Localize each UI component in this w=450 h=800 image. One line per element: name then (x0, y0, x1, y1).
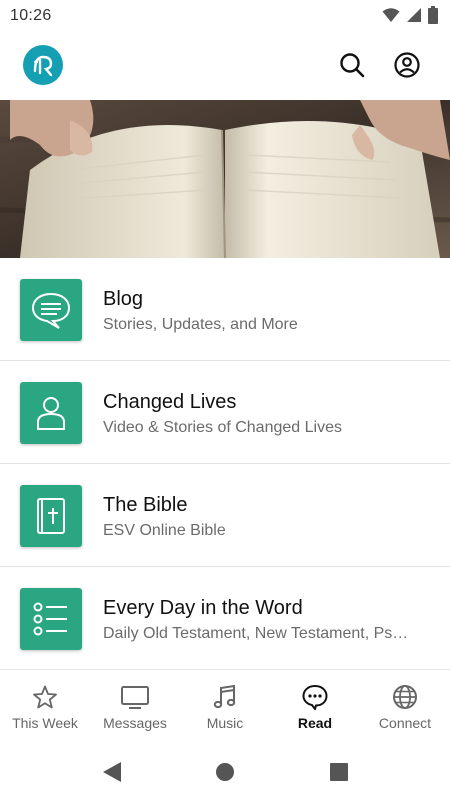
account-button[interactable] (392, 50, 422, 80)
person-icon (37, 397, 65, 430)
nav-label: Messages (103, 715, 167, 731)
menu-item-the-bible[interactable]: The Bible ESV Online Bible (0, 464, 450, 567)
menu-list: Blog Stories, Updates, and More Changed … (0, 258, 450, 670)
search-icon (340, 53, 365, 78)
tv-icon (121, 686, 149, 709)
menu-tile (20, 279, 82, 341)
menu-tile (20, 382, 82, 444)
signal-icon (407, 8, 421, 22)
status-bar: 10:26 (0, 0, 450, 32)
menu-item-title: Every Day in the Word (103, 597, 303, 619)
chat-icon (302, 684, 328, 710)
bottom-nav: This Week Messages Music Read Connect (0, 669, 450, 742)
menu-tile (20, 485, 82, 547)
back-button[interactable] (100, 760, 124, 784)
menu-item-changed-lives[interactable]: Changed Lives Video & Stories of Changed… (0, 361, 450, 464)
wifi-icon (382, 8, 400, 22)
chat-bubble-icon (31, 292, 71, 329)
home-icon (216, 763, 234, 781)
menu-tile (20, 588, 82, 650)
search-button[interactable] (337, 50, 367, 80)
nav-label: Connect (378, 715, 432, 731)
nav-item-this-week[interactable]: This Week (0, 670, 90, 742)
system-nav-bar (0, 742, 450, 800)
app-bar (0, 32, 450, 100)
nav-label: Read (297, 715, 333, 731)
bible-icon (37, 498, 65, 534)
menu-item-subtitle: Video & Stories of Changed Lives (103, 419, 342, 436)
nav-label: Music (206, 715, 244, 731)
status-time: 10:26 (10, 7, 52, 24)
home-button[interactable] (213, 760, 237, 784)
back-icon (103, 762, 121, 782)
account-icon (394, 52, 420, 78)
status-icons (382, 6, 438, 24)
star-icon (33, 685, 57, 709)
menu-item-subtitle: Stories, Updates, and More (103, 316, 298, 333)
recents-button[interactable] (327, 760, 351, 784)
battery-icon (428, 6, 438, 24)
menu-item-title: Blog (103, 288, 144, 310)
nav-item-connect[interactable]: Connect (360, 670, 450, 742)
nav-item-messages[interactable]: Messages (90, 670, 180, 742)
nav-item-music[interactable]: Music (180, 670, 270, 742)
menu-item-every-day-in-the-word[interactable]: Every Day in the Word Daily Old Testamen… (0, 567, 450, 670)
menu-item-title: The Bible (103, 494, 188, 516)
menu-item-subtitle: Daily Old Testament, New Testament, Ps… (103, 625, 409, 642)
hero-image (0, 100, 450, 258)
menu-item-title: Changed Lives (103, 391, 237, 413)
list-icon (33, 602, 67, 636)
globe-icon (393, 685, 417, 709)
nav-label: This Week (12, 715, 78, 731)
menu-item-blog[interactable]: Blog Stories, Updates, and More (0, 258, 450, 361)
church-logo-icon[interactable] (23, 45, 63, 85)
music-note-icon (213, 684, 236, 709)
nav-item-read[interactable]: Read (270, 670, 360, 742)
recents-icon (330, 763, 348, 781)
menu-item-subtitle: ESV Online Bible (103, 522, 226, 539)
